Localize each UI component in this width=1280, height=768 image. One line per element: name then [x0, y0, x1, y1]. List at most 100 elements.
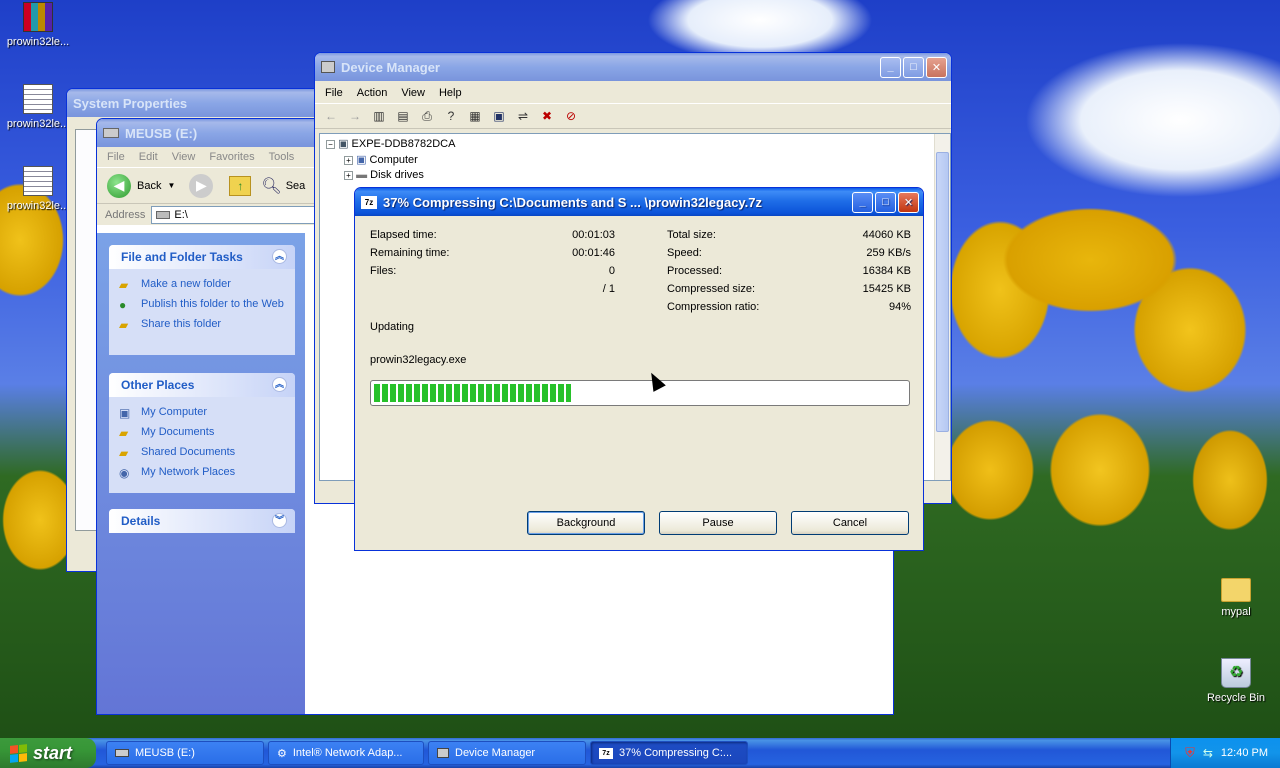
expand-box[interactable]: + — [344, 155, 353, 165]
my-network-places-link[interactable]: ◉ My Network Places — [109, 463, 295, 483]
start-button[interactable]: start — [0, 738, 96, 768]
section-title: Other Places — [121, 378, 195, 392]
back-arrow-icon[interactable]: ← — [323, 108, 339, 124]
publish-folder-link[interactable]: ● Publish this folder to the Web — [109, 295, 295, 315]
maximize-button[interactable]: □ — [875, 191, 896, 213]
pause-button[interactable]: Pause — [659, 511, 777, 535]
desktop-icon-archive[interactable]: prowin32le... — [0, 2, 76, 48]
security-shield-icon[interactable]: ⛨ — [1185, 745, 1195, 761]
other-places-header[interactable]: Other Places ︽ — [109, 373, 295, 397]
tree-node-computer[interactable]: + ▣ Computer — [344, 153, 418, 166]
menu-help[interactable]: Help — [439, 87, 462, 99]
uninstall-icon[interactable]: ✖ — [539, 108, 555, 124]
desktop-icon-label: Recycle Bin — [1206, 692, 1266, 704]
task-compressing[interactable]: 7z 37% Compressing C:... — [590, 741, 748, 765]
task-pane: File and Folder Tasks ︽ ▰ Make a new folde… — [97, 233, 305, 714]
scan-hardware-icon[interactable]: ▣ — [491, 108, 507, 124]
expand-box[interactable]: + — [344, 170, 353, 180]
computer-icon: ▣ — [356, 154, 367, 166]
back-button[interactable]: ◀ Back ▼ — [107, 173, 175, 198]
disable-icon[interactable]: ⊘ — [563, 108, 579, 124]
window-title: System Properties — [73, 95, 188, 111]
total-size-label: Total size: — [667, 229, 716, 241]
forward-arrow-icon[interactable]: → — [347, 108, 363, 124]
collapse-icon[interactable]: ︽ — [272, 249, 287, 264]
drive-icon — [103, 128, 119, 138]
details-header[interactable]: Details ︾ — [109, 509, 295, 533]
compressed-size-value: 15425 KB — [862, 283, 911, 295]
background-button[interactable]: Background — [527, 511, 645, 535]
my-computer-link[interactable]: ▣ My Computer — [109, 403, 295, 423]
folder-icon: ▰ — [119, 446, 129, 460]
search-label: Sea — [285, 179, 306, 192]
menu-tools[interactable]: Tools — [269, 151, 295, 163]
globe-icon: ● — [119, 298, 127, 312]
total-size-value: 44060 KB — [862, 229, 911, 241]
drive-icon — [115, 749, 129, 757]
section-title: File and Folder Tasks — [121, 250, 243, 264]
cancel-button[interactable]: Cancel — [791, 511, 909, 535]
computer-icon: ▣ — [338, 138, 349, 150]
maximize-button[interactable]: □ — [903, 56, 924, 78]
text-file-icon — [23, 84, 53, 114]
scroll-thumb[interactable] — [936, 152, 949, 432]
back-arrow-icon: ◀ — [107, 173, 131, 198]
system-tray: ⛨ ⇆ 12:40 PM — [1170, 738, 1280, 768]
new-folder-icon: ▰ — [119, 278, 129, 292]
processed-label: Processed: — [667, 265, 723, 277]
menu-action[interactable]: Action — [357, 87, 388, 99]
minimize-button[interactable]: _ — [852, 191, 873, 213]
device-manager-titlebar[interactable]: Device Manager _ □ ✕ — [315, 53, 951, 81]
shared-documents-link[interactable]: ▰ Shared Documents — [109, 443, 295, 463]
system-properties-titlebar[interactable]: System Properties — [67, 89, 325, 117]
close-button[interactable]: ✕ — [926, 56, 947, 78]
view-icon[interactable]: ▦ — [467, 108, 483, 124]
my-documents-link[interactable]: ▰ My Documents — [109, 423, 295, 443]
7zip-icon: 7z — [361, 195, 377, 209]
menu-edit[interactable]: Edit — [139, 151, 158, 163]
collapse-icon[interactable]: ︽ — [272, 377, 287, 392]
desktop-icon-text-2[interactable]: prowin32le... — [0, 166, 76, 212]
expand-icon[interactable]: ︾ — [272, 513, 287, 528]
network-adapter-icon: ⚙ — [277, 747, 287, 760]
help-icon[interactable]: ? — [443, 108, 459, 124]
forward-arrow-icon[interactable]: ▶ — [189, 173, 214, 198]
tree-root[interactable]: − ▣ EXPE-DDB8782DCA — [326, 137, 455, 150]
update-driver-icon[interactable]: ⇌ — [515, 108, 531, 124]
clock[interactable]: 12:40 PM — [1221, 747, 1268, 759]
menu-file[interactable]: File — [107, 151, 125, 163]
compress-dialog-titlebar[interactable]: 7z 37% Compressing C:\Documents and S ..… — [355, 188, 923, 216]
share-folder-icon: ▰ — [119, 318, 129, 332]
up-folder-icon[interactable]: ↑ — [229, 175, 252, 196]
close-button[interactable]: ✕ — [898, 191, 919, 213]
search-button[interactable]: 🔍︎ Sea — [261, 176, 305, 196]
collapse-box[interactable]: − — [326, 139, 335, 149]
files-value: 0 — [608, 265, 615, 277]
vertical-scrollbar[interactable] — [934, 134, 950, 480]
desktop-icon-text-1[interactable]: prowin32le... — [0, 84, 76, 130]
link-label: Shared Documents — [141, 446, 236, 458]
files-total-value: / 1 — [602, 283, 615, 295]
file-folder-tasks-header[interactable]: File and Folder Tasks ︽ — [109, 245, 295, 269]
menu-favorites[interactable]: Favorites — [209, 151, 254, 163]
desktop-icon-recycle-bin[interactable]: ♻ Recycle Bin — [1198, 658, 1274, 704]
recycle-bin-icon: ♻ — [1221, 658, 1251, 688]
print-icon[interactable]: ⎙ — [419, 108, 435, 124]
show-hide-tree-icon[interactable]: ▥ — [371, 108, 387, 124]
network-connection-icon[interactable]: ⇆ — [1203, 746, 1213, 760]
desktop-icon-mypal[interactable]: mypal — [1198, 578, 1274, 618]
menu-file[interactable]: File — [325, 87, 343, 99]
desktop-icon-label: mypal — [1221, 606, 1251, 618]
share-folder-link[interactable]: ▰ Share this folder — [109, 315, 295, 335]
minimize-button[interactable]: _ — [880, 56, 901, 78]
compress-dialog[interactable]: 7z 37% Compressing C:\Documents and S ..… — [354, 187, 924, 551]
menu-view[interactable]: View — [172, 151, 196, 163]
tree-label: EXPE-DDB8782DCA — [351, 138, 456, 150]
tree-node-disk-drives[interactable]: + ▬ Disk drives — [344, 169, 424, 181]
task-explorer[interactable]: MEUSB (E:) — [106, 741, 264, 765]
properties-icon[interactable]: ▤ — [395, 108, 411, 124]
task-network-adapter[interactable]: ⚙ Intel® Network Adap... — [268, 741, 424, 765]
task-device-manager[interactable]: Device Manager — [428, 741, 586, 765]
menu-view[interactable]: View — [401, 87, 425, 99]
make-new-folder-link[interactable]: ▰ Make a new folder — [109, 275, 295, 295]
